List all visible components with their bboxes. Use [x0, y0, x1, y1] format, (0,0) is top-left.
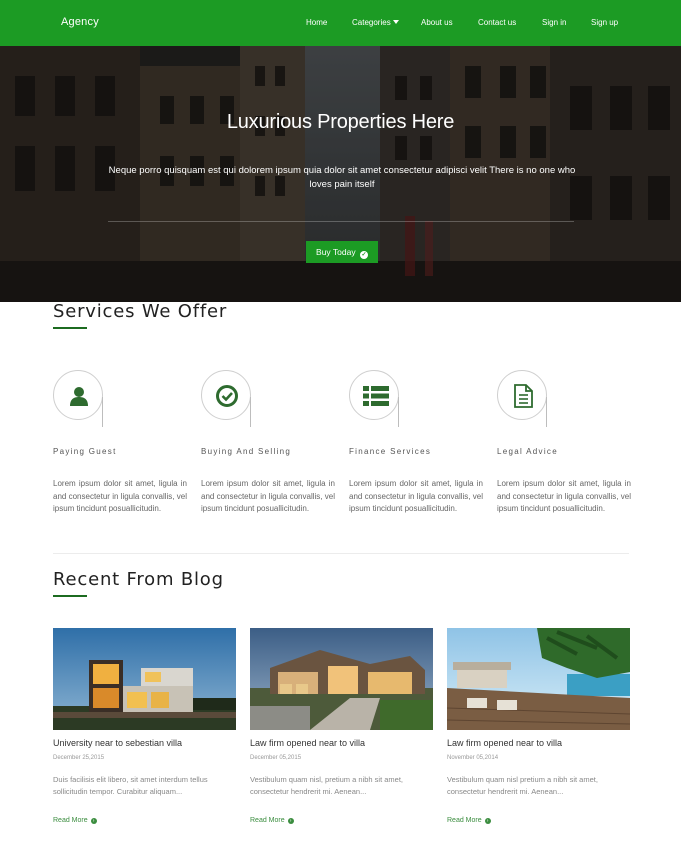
check-circle-icon [216, 385, 238, 407]
list-icon [363, 386, 389, 406]
hero-title: Luxurious Properties Here [226, 111, 455, 133]
section-divider [53, 553, 629, 554]
read-more-label: Read More [250, 817, 285, 824]
blog-title-underline [53, 595, 87, 597]
nav-home[interactable]: Home [306, 18, 327, 27]
caret-down-icon [392, 20, 399, 24]
nav-categories[interactable]: Categories [352, 18, 399, 27]
service-icon-circle [349, 370, 399, 427]
blog-post-excerpt: Vestibulum quam nisl pretium a nibh sit … [447, 775, 598, 796]
nav-about[interactable]: About us [421, 18, 453, 27]
service-description: Lorem ipsum dolor sit amet, ligula in an… [53, 479, 187, 513]
buy-today-button[interactable]: Buy Today ✓ [306, 241, 378, 263]
luxury-house-image [250, 628, 433, 730]
navbar: Agency Home Categories About us Contact … [0, 0, 681, 46]
blog-post-date: December 05,2015 [250, 755, 302, 761]
service-name: Paying Guest [53, 447, 117, 456]
service-icon-circle [53, 370, 103, 427]
blog-post-image[interactable] [53, 628, 236, 730]
blog-post-date: November 05,2014 [447, 755, 499, 761]
blog-title: Recent From Blog [53, 569, 224, 590]
services-title: Services We Offer [53, 301, 228, 322]
buy-today-label: Buy Today [316, 247, 356, 257]
read-more-label: Read More [447, 817, 482, 824]
blog-post-title[interactable]: Law firm opened near to villa [250, 738, 365, 748]
nav-sign-up[interactable]: Sign up [591, 18, 618, 27]
service-name: Finance Services [349, 447, 432, 456]
service-description: Lorem ipsum dolor sit amet, ligula in an… [201, 479, 335, 513]
service-name: Buying And Selling [201, 447, 292, 456]
arrow-right-icon: › [287, 818, 294, 824]
modern-villa-night-image [53, 628, 236, 730]
blog-post-title[interactable]: Law firm opened near to villa [447, 738, 562, 748]
document-icon [514, 384, 533, 408]
brand-logo[interactable]: Agency [61, 16, 99, 28]
check-circle-icon: ✓ [359, 251, 368, 259]
service-icon-circle [201, 370, 251, 427]
arrow-right-icon: › [484, 818, 491, 824]
hero-banner: Luxurious Properties Here Neque porro qu… [0, 46, 681, 302]
hero-subtitle: Neque porro quisquam est qui dolorem ips… [108, 165, 576, 190]
service-name: Legal Advice [497, 447, 558, 456]
blog-post-title[interactable]: University near to sebestian villa [53, 738, 182, 748]
service-description: Lorem ipsum dolor sit amet, ligula in an… [349, 479, 483, 513]
service-icon-circle [497, 370, 547, 427]
read-more-link[interactable]: Read More › [53, 817, 97, 824]
nav-sign-in[interactable]: Sign in [542, 18, 566, 27]
nav-categories-label: Categories [352, 18, 391, 27]
services-title-underline [53, 327, 87, 329]
blog-post-excerpt: Duis facilisis elit libero, sit amet int… [53, 775, 208, 796]
read-more-link[interactable]: Read More › [250, 817, 294, 824]
blog-post-excerpt: Vestibulum quam nisl, pretium a nibh sit… [250, 775, 403, 796]
hero-divider [108, 221, 574, 222]
beach-resort-deck-image [447, 628, 630, 730]
nav-contact[interactable]: Contact us [478, 18, 516, 27]
user-icon [70, 387, 88, 406]
blog-post-image[interactable] [447, 628, 630, 730]
service-description: Lorem ipsum dolor sit amet, ligula in an… [497, 479, 631, 513]
blog-post-date: December 25,2015 [53, 755, 105, 761]
blog-post-image[interactable] [250, 628, 433, 730]
read-more-link[interactable]: Read More › [447, 817, 491, 824]
arrow-right-icon: › [90, 818, 97, 824]
read-more-label: Read More [53, 817, 88, 824]
